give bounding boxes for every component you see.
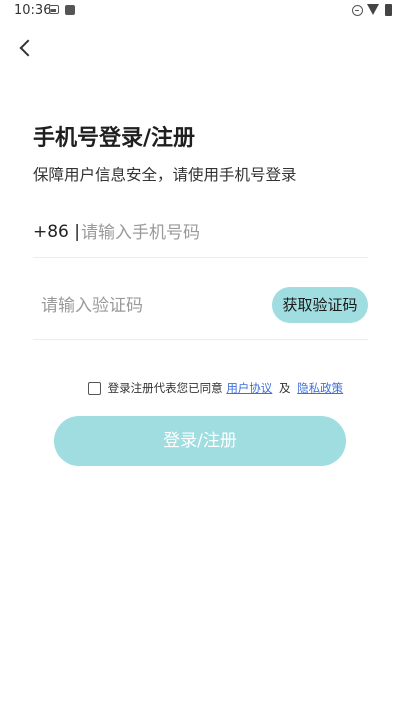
phone-row: +86 | <box>33 212 368 258</box>
user-agreement-link[interactable]: 用户协议 <box>226 381 272 395</box>
verification-code-input[interactable] <box>41 290 261 322</box>
status-time: 10:36 <box>14 3 52 18</box>
login-register-button[interactable]: 登录/注册 <box>54 416 346 466</box>
status-bar: 10:36 <box>0 0 400 22</box>
agreement-text: 登录注册代表您已同意 <box>107 381 223 395</box>
code-row: 获取验证码 <box>33 278 368 340</box>
get-code-button[interactable]: 获取验证码 <box>272 287 368 323</box>
dnd-icon <box>352 5 363 16</box>
agreement-checkbox[interactable] <box>88 381 101 395</box>
wifi-icon <box>367 4 379 15</box>
download-icon <box>65 5 75 15</box>
back-button[interactable] <box>12 34 40 62</box>
privacy-policy-link[interactable]: 隐私政策 <box>297 381 343 395</box>
agreement-and: 及 <box>278 381 291 395</box>
battery-icon <box>385 4 392 16</box>
page-title: 手机号登录/注册 <box>33 126 196 151</box>
country-code[interactable]: +86 | <box>33 222 80 242</box>
page-subtitle: 保障用户信息安全，请使用手机号登录 <box>33 166 297 184</box>
image-icon <box>49 5 59 14</box>
phone-input[interactable] <box>81 217 361 249</box>
agreement-row: 登录注册代表您已同意 用户协议 及 隐私政策 <box>88 380 343 398</box>
